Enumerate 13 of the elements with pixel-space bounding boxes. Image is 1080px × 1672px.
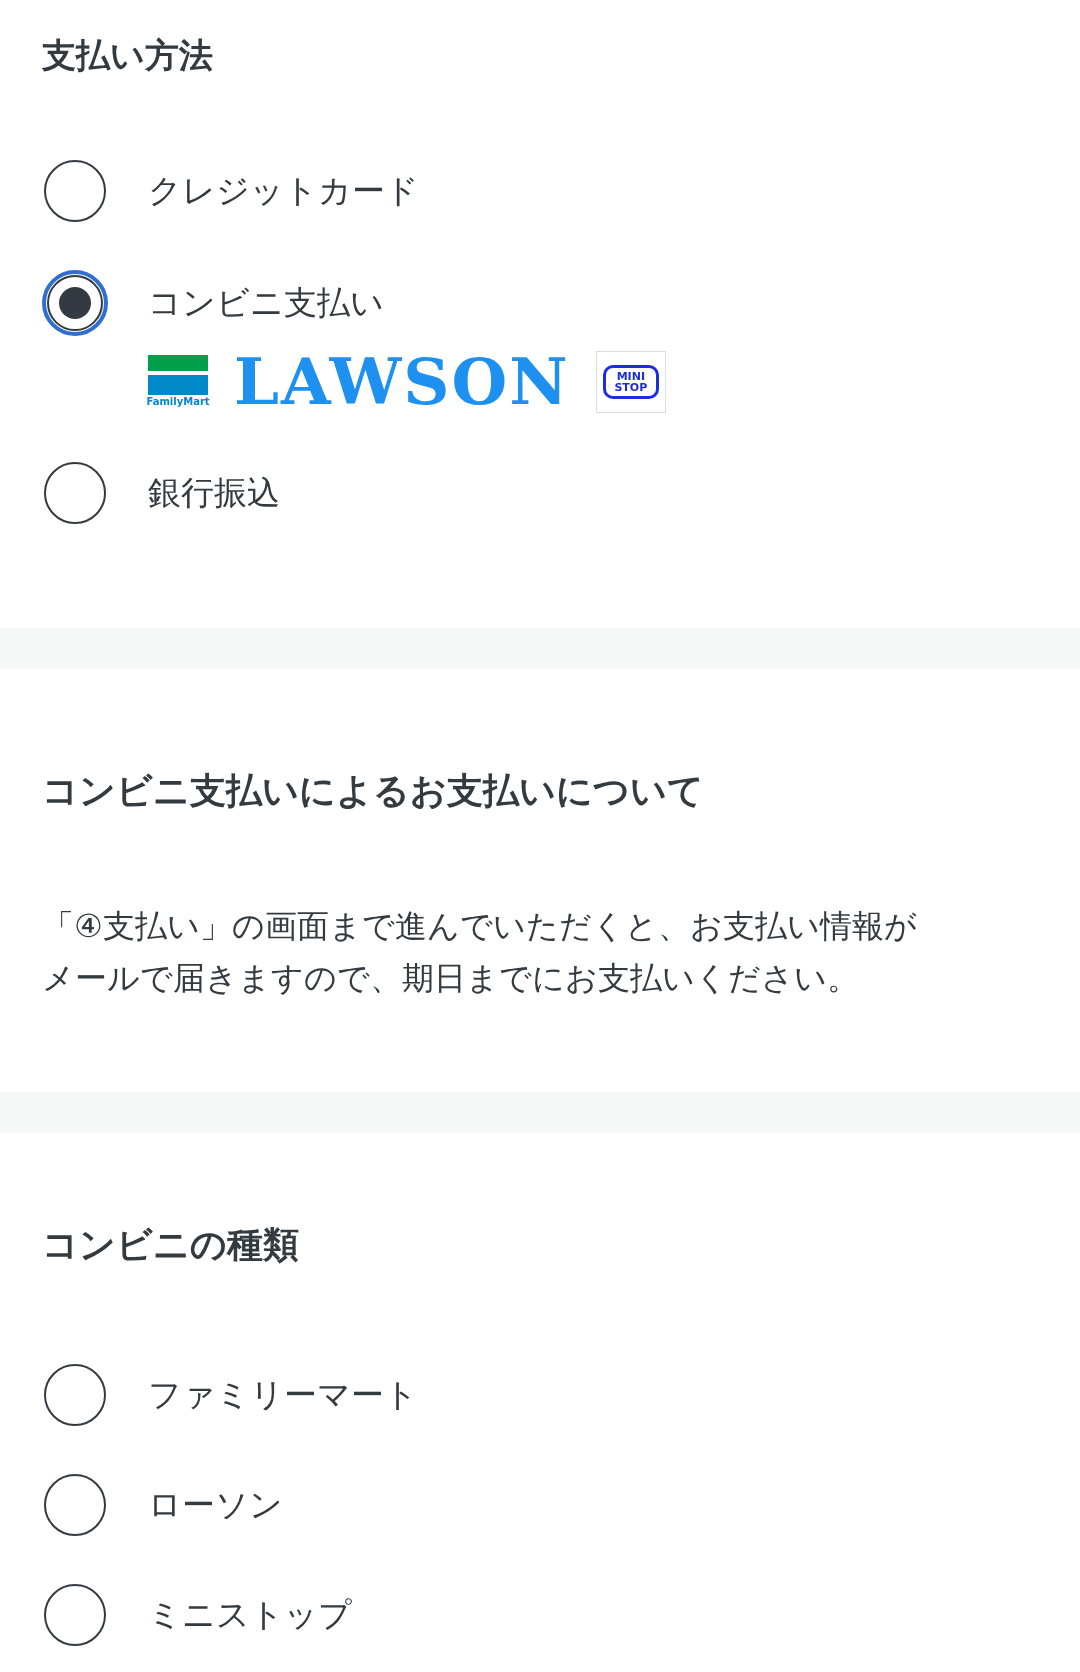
info-text: 「④支払い」の画面まで進んでいただくと、お支払い情報がメールで届きますので、期日までにお支払いください。 xyxy=(42,906,918,999)
store-logo: MINI STOP xyxy=(595,351,666,413)
option-label: ファミリーマート xyxy=(148,1374,418,1417)
section-title: 支払い方法 xyxy=(42,34,214,77)
store-logo: FamilyMart xyxy=(148,355,208,409)
option-label: 銀行振込 xyxy=(148,472,280,515)
option-label: ミニストップ xyxy=(148,1594,352,1637)
store-logo: LAWSON xyxy=(234,350,570,414)
option-label: クレジットカード xyxy=(148,170,419,213)
option-label: コンビニ支払い xyxy=(148,282,384,325)
option-label: ローソン xyxy=(148,1484,283,1527)
section-title: コンビニの種類 xyxy=(42,1223,300,1267)
section-title: コンビニ支払いによるお支払いについて xyxy=(42,769,705,813)
